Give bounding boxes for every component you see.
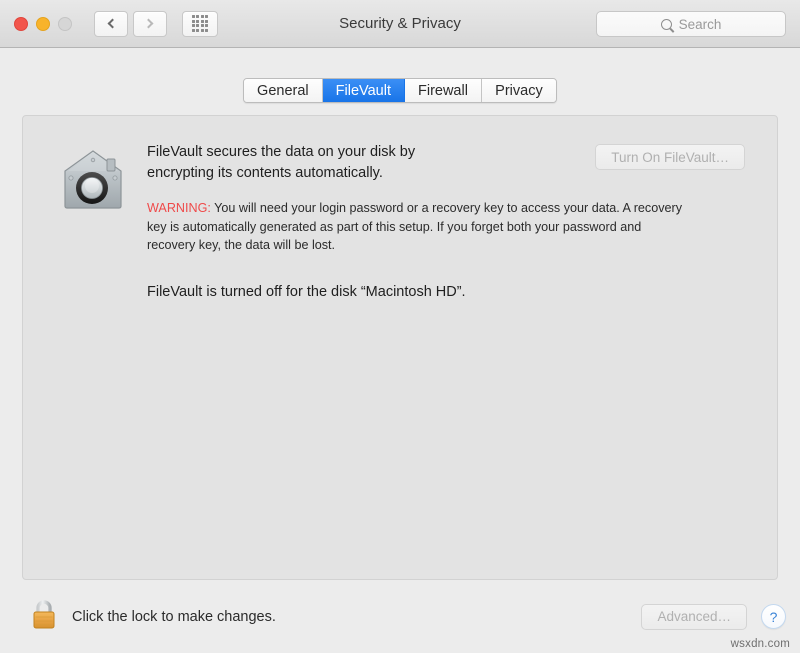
tabbar-container: General FileVault Firewall Privacy bbox=[0, 48, 800, 103]
search-input[interactable]: Search bbox=[596, 11, 786, 37]
lock-instruction-text: Click the lock to make changes. bbox=[72, 608, 276, 625]
tab-privacy[interactable]: Privacy bbox=[481, 79, 556, 102]
watermark: wsxdn.com bbox=[730, 638, 790, 650]
help-button[interactable]: ? bbox=[761, 604, 786, 629]
back-button[interactable] bbox=[94, 10, 128, 37]
turn-on-filevault-button[interactable]: Turn On FileVault… bbox=[595, 144, 745, 170]
navigation-button-group bbox=[94, 10, 167, 37]
lock-control[interactable]: Click the lock to make changes. bbox=[30, 597, 276, 636]
tab-general[interactable]: General bbox=[244, 79, 323, 102]
minimize-window-button[interactable] bbox=[36, 16, 50, 31]
filevault-panel: FileVault secures the data on your disk … bbox=[22, 115, 778, 580]
window-titlebar: Security & Privacy Search bbox=[0, 0, 800, 48]
tab-filevault[interactable]: FileVault bbox=[322, 79, 405, 102]
show-all-button[interactable] bbox=[182, 10, 218, 37]
search-placeholder: Search bbox=[678, 16, 722, 32]
bottom-right-actions: Advanced… ? bbox=[641, 603, 786, 630]
filevault-house-safe-icon bbox=[59, 146, 127, 300]
system-preferences-window: Security & Privacy Search General FileVa… bbox=[0, 0, 800, 653]
search-icon bbox=[660, 18, 672, 30]
warning-label: WARNING: bbox=[147, 201, 211, 216]
forward-button bbox=[133, 10, 167, 37]
preference-tabbar: General FileVault Firewall Privacy bbox=[243, 78, 557, 103]
filevault-content: FileVault secures the data on your disk … bbox=[147, 140, 753, 300]
advanced-button[interactable]: Advanced… bbox=[641, 603, 747, 630]
preferences-bottom-bar: Click the lock to make changes. Advanced… bbox=[0, 580, 800, 653]
close-window-button[interactable] bbox=[14, 16, 28, 31]
chevron-left-icon bbox=[107, 18, 118, 29]
chevron-right-icon bbox=[143, 18, 154, 29]
warning-text: You will need your login password or a r… bbox=[147, 201, 683, 252]
filevault-warning: WARNING: You will need your login passwo… bbox=[147, 199, 692, 254]
lock-closed-icon[interactable] bbox=[30, 597, 58, 636]
tab-firewall[interactable]: Firewall bbox=[404, 79, 482, 102]
filevault-status-text: FileVault is turned off for the disk “Ma… bbox=[147, 284, 466, 301]
zoom-window-button bbox=[58, 16, 72, 31]
grid-icon bbox=[191, 15, 209, 32]
traffic-light-group bbox=[14, 16, 72, 31]
filevault-description: FileVault secures the data on your disk … bbox=[147, 144, 416, 181]
